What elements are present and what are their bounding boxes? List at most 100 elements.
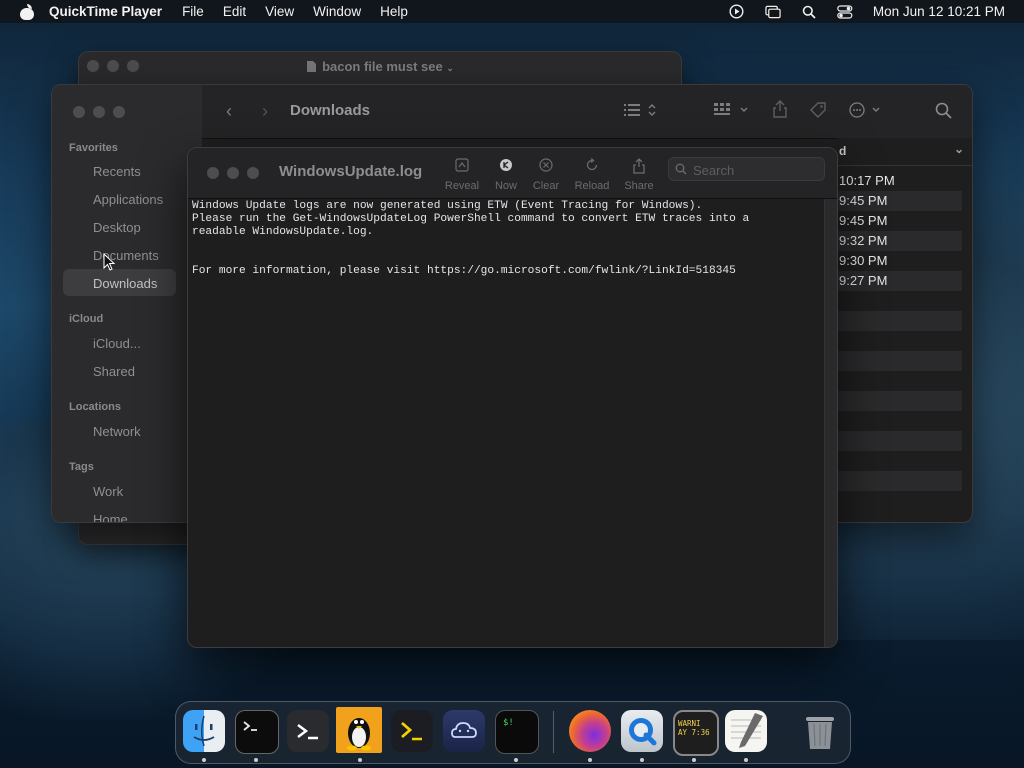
- sidebar-item-applications[interactable]: Applications: [93, 192, 163, 207]
- table-row[interactable]: 9:45 PM: [837, 191, 962, 211]
- search-field[interactable]: [668, 157, 825, 181]
- document-icon: [307, 61, 317, 72]
- group-by-icon[interactable]: [714, 103, 750, 120]
- running-indicator: [358, 758, 362, 762]
- linux-tux-icon[interactable]: [336, 707, 382, 753]
- log-content[interactable]: Windows Update logs are now generated us…: [192, 200, 821, 278]
- table-row[interactable]: 9:32 PM: [837, 231, 962, 251]
- finder-title: Downloads: [290, 102, 371, 119]
- table-row[interactable]: 10:17 PM: [837, 171, 962, 191]
- share-icon: [616, 158, 662, 176]
- sidebar-item-icloud-drive[interactable]: iCloud...: [93, 336, 141, 351]
- menu-edit[interactable]: Edit: [223, 4, 246, 19]
- tag-icon[interactable]: [809, 101, 827, 122]
- close-button[interactable]: [207, 167, 219, 179]
- sidebar-heading-icloud: iCloud: [69, 313, 104, 325]
- control-center-icon[interactable]: [837, 4, 853, 19]
- forward-chevron-icon[interactable]: ›: [262, 101, 268, 122]
- menu-help[interactable]: Help: [380, 4, 408, 19]
- minimize-button[interactable]: [93, 106, 105, 118]
- display-mirror-icon[interactable]: [765, 5, 781, 19]
- sidebar-item-downloads[interactable]: Downloads: [93, 276, 157, 291]
- sidebar-item-network[interactable]: Network: [93, 424, 141, 439]
- terminal-icon[interactable]: [235, 710, 279, 754]
- sidebar-item-desktop[interactable]: Desktop: [93, 220, 141, 235]
- trash-icon[interactable]: [799, 710, 841, 752]
- more-actions-icon[interactable]: [849, 102, 885, 121]
- sidebar-item-recents[interactable]: Recents: [93, 164, 141, 179]
- reveal-button[interactable]: Reveal: [439, 158, 485, 192]
- search-icon[interactable]: [935, 102, 952, 122]
- back-chevron-icon[interactable]: ‹: [226, 101, 232, 122]
- reload-button[interactable]: Reload: [569, 157, 615, 192]
- back-window-title: bacon file must see ⌄: [79, 59, 681, 74]
- screen-record-icon[interactable]: [729, 4, 745, 19]
- running-indicator: [588, 758, 592, 762]
- log-line: Windows Update logs are now generated us…: [192, 200, 703, 212]
- finder-icon[interactable]: [183, 710, 225, 752]
- dock: $! WARNI AY 7:36: [175, 701, 851, 764]
- table-row[interactable]: 9:27 PM: [837, 271, 962, 291]
- running-indicator: [744, 758, 748, 762]
- table-row: [837, 311, 962, 331]
- console-toolbar: WindowsUpdate.log Reveal Now Clear Reloa…: [188, 148, 837, 199]
- menu-bar: QuickTime Player File Edit View Window H…: [0, 0, 1024, 23]
- console-icon-text: WARNI AY 7:36: [678, 719, 710, 737]
- reload-icon: [569, 157, 615, 176]
- textedit-icon[interactable]: [725, 710, 767, 752]
- table-row: [837, 431, 962, 451]
- share-button[interactable]: Share: [616, 158, 662, 192]
- chevron-down-icon: ⌄: [953, 142, 964, 156]
- table-row[interactable]: 9:45 PM: [837, 211, 962, 231]
- spotlight-search-icon[interactable]: [801, 5, 817, 19]
- terminal-prompt-icon[interactable]: [391, 710, 433, 752]
- vertical-scrollbar[interactable]: [824, 199, 837, 647]
- finder-sidebar: Favorites Recents Applications Desktop D…: [52, 85, 202, 522]
- reveal-icon: [439, 158, 485, 176]
- sidebar-item-shared[interactable]: Shared: [93, 364, 135, 379]
- running-indicator: [254, 758, 258, 762]
- zoom-button[interactable]: [113, 106, 125, 118]
- apple-menu-icon[interactable]: [19, 3, 35, 20]
- clear-icon: [523, 158, 569, 176]
- cloud-app-icon[interactable]: [443, 710, 485, 752]
- powershell-icon[interactable]: [287, 710, 329, 752]
- clear-button[interactable]: Clear: [523, 158, 569, 192]
- sidebar-heading-tags: Tags: [69, 461, 94, 473]
- table-row[interactable]: 9:30 PM: [837, 251, 962, 271]
- menu-file[interactable]: File: [182, 4, 204, 19]
- dock-separator: [553, 711, 554, 753]
- zoom-button[interactable]: [247, 167, 259, 179]
- date-column-header[interactable]: d ⌄: [837, 138, 972, 166]
- menu-window[interactable]: Window: [313, 4, 361, 19]
- sidebar-item-tag-home[interactable]: Home: [93, 512, 128, 522]
- running-indicator: [202, 758, 206, 762]
- console-window: WindowsUpdate.log Reveal Now Clear Reloa…: [187, 147, 838, 648]
- search-input[interactable]: [691, 159, 820, 181]
- search-icon: [675, 163, 687, 175]
- table-row: [837, 471, 962, 491]
- console-icon[interactable]: WARNI AY 7:36: [673, 710, 719, 756]
- sidebar-heading-locations: Locations: [69, 401, 121, 413]
- log-line: For more information, please visit https…: [192, 265, 736, 277]
- menu-app-name[interactable]: QuickTime Player: [49, 4, 162, 19]
- share-icon[interactable]: [772, 100, 788, 121]
- running-indicator: [514, 758, 518, 762]
- quicktime-icon[interactable]: [621, 710, 663, 752]
- running-indicator: [692, 758, 696, 762]
- running-indicator: [640, 758, 644, 762]
- sidebar-item-tag-work[interactable]: Work: [93, 484, 123, 499]
- close-button[interactable]: [73, 106, 85, 118]
- log-line: readable WindowsUpdate.log.: [192, 226, 374, 238]
- firefox-icon[interactable]: [569, 710, 611, 752]
- sidebar-heading-favorites: Favorites: [69, 142, 118, 154]
- minimize-button[interactable]: [227, 167, 239, 179]
- list-view-icon[interactable]: [624, 103, 656, 120]
- log-line: Please run the Get-WindowsUpdateLog Powe…: [192, 213, 750, 225]
- table-row: [837, 351, 962, 371]
- terminal-green-icon[interactable]: $!: [495, 710, 539, 754]
- menubar-clock[interactable]: Mon Jun 12 10:21 PM: [873, 4, 1005, 19]
- table-row: [837, 391, 962, 411]
- menu-view[interactable]: View: [265, 4, 294, 19]
